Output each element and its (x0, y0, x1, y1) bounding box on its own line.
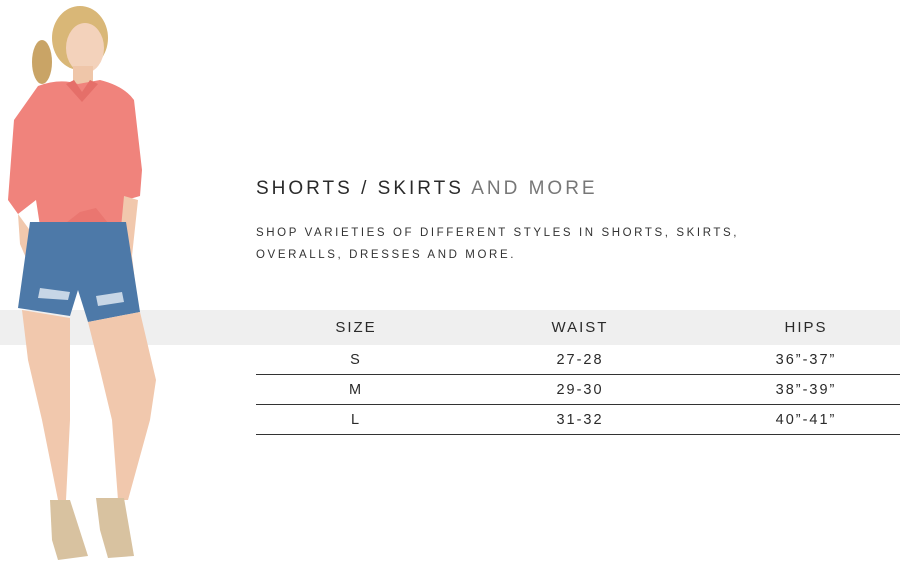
size-chart-table: SIZE WAIST HIPS S 27-28 36”-37” M 29-30 … (256, 310, 900, 435)
header-size: SIZE (335, 319, 377, 336)
model-shirt (8, 80, 142, 226)
section-title-accent: AND MORE (471, 178, 598, 199)
model-shorts (18, 222, 140, 322)
model-photo (8, 6, 156, 560)
table-header-row: SIZE WAIST HIPS (256, 310, 900, 345)
description-line: SHOP VARIETIES OF DIFFERENT STYLES IN SH… (256, 227, 740, 239)
cell-waist: 29-30 (556, 381, 604, 398)
cell-waist: 31-32 (556, 411, 604, 428)
header-hips: HIPS (784, 319, 828, 336)
cell-size: S (350, 351, 362, 368)
cell-hips: 36”-37” (775, 351, 837, 368)
section-title: SHORTS / SKIRTS AND MORE (256, 178, 598, 200)
table-row: L 31-32 40”-41” (256, 405, 900, 435)
cell-waist: 27-28 (556, 351, 604, 368)
cell-size: M (348, 381, 364, 398)
section-description: SHOP VARIETIES OF DIFFERENT STYLES IN SH… (256, 222, 816, 266)
table-row: M 29-30 38”-39” (256, 375, 900, 405)
model-legs (22, 310, 70, 500)
section-title-main: SHORTS / SKIRTS (256, 178, 464, 199)
header-waist: WAIST (551, 319, 609, 336)
model-shoe-left (50, 500, 88, 560)
model-shoe-right (96, 498, 134, 558)
cell-size: L (350, 411, 362, 428)
cell-hips: 38”-39” (775, 381, 837, 398)
description-line: OVERALLS, DRESSES AND MORE. (256, 249, 517, 261)
cell-hips: 40”-41” (775, 411, 837, 428)
model-face (66, 23, 104, 73)
table-row: S 27-28 36”-37” (256, 345, 900, 375)
